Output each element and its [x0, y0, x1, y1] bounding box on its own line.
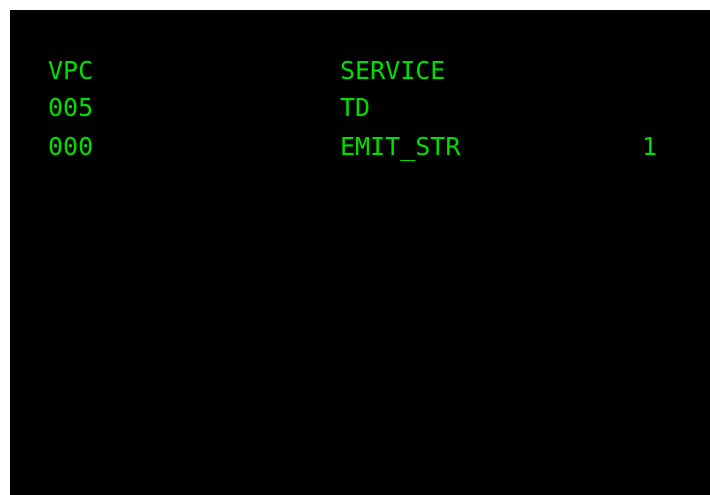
header-row: VPC SERVICE	[10, 58, 710, 88]
vpc-value: 005	[48, 93, 94, 122]
service-value: TD	[340, 93, 371, 122]
service-column-header: SERVICE	[340, 56, 446, 85]
table-row: 005 TD	[10, 95, 710, 125]
service-value: EMIT_STR	[340, 132, 461, 161]
terminal-screen: VPC SERVICE 005 TD 000 EMIT_STR 1	[10, 10, 710, 495]
vpc-value: 000	[48, 132, 94, 161]
table-row: 000 EMIT_STR 1	[10, 134, 710, 164]
vpc-column-header: VPC	[48, 56, 94, 85]
count-value: 1	[642, 132, 658, 161]
